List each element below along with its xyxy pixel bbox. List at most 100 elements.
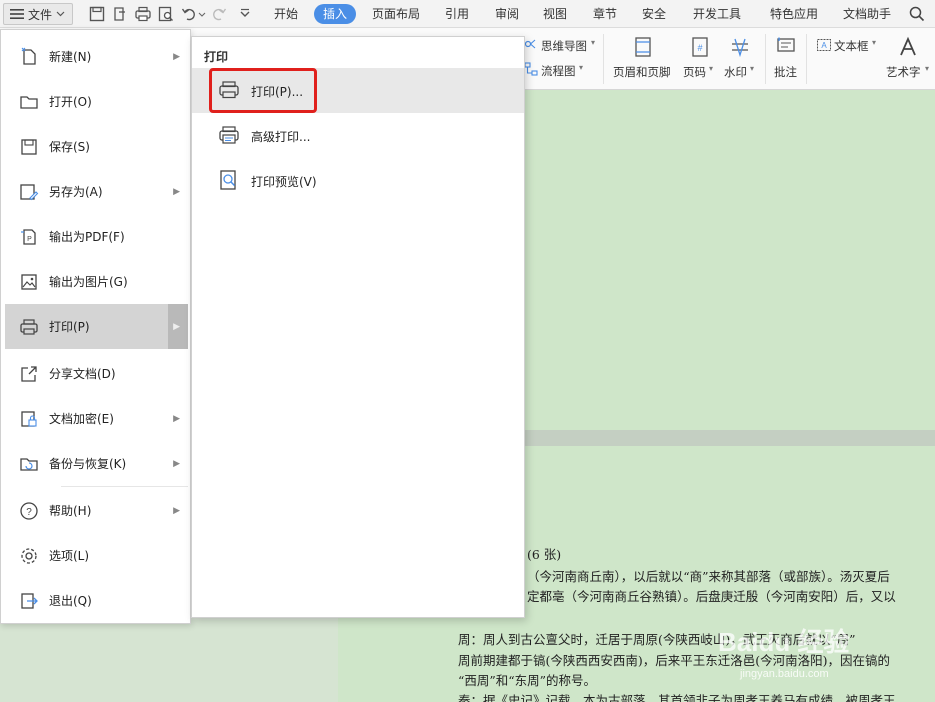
file-menu-button[interactable]: 文件 [3, 3, 73, 25]
menu-item-save[interactable]: 保存(S) [5, 124, 188, 169]
tab-chapter[interactable]: 章节 [593, 0, 617, 28]
flowchart-dropdown-icon[interactable]: ▾ [579, 63, 583, 72]
submenu-title: 打印 [204, 50, 229, 64]
tab-insert[interactable]: 插入 [314, 4, 357, 24]
tab-developer[interactable]: 开发工具 [693, 0, 741, 28]
ribbon-divider [765, 34, 766, 84]
file-menu-panel: 新建(N) ▶ 打开(O) 保存(S) 另存为(A) ▶ P 输出为PDF(F)… [0, 29, 191, 624]
menu-item-export-pdf[interactable]: P 输出为PDF(F) [5, 214, 188, 259]
lock-icon [21, 410, 37, 427]
mindmap-icon [524, 39, 536, 49]
watermark-icon [732, 38, 748, 58]
image-export-icon [21, 273, 37, 290]
submenu-arrow-icon: ▶ [173, 51, 180, 62]
submenu-item-label: 高级打印... [251, 130, 311, 144]
print-submenu-panel: 打印 打印(P)... 高级打印... 打印预览(V) [191, 36, 525, 618]
tab-page-layout[interactable]: 页面布局 [372, 0, 420, 28]
menu-item-share[interactable]: 分享文档(D) [5, 351, 188, 396]
menu-item-label: 输出为图片(G) [49, 275, 128, 289]
mindmap-button[interactable]: 思维导图 [541, 38, 587, 54]
page-number-icon: # [692, 37, 708, 57]
comment-icon [777, 37, 795, 52]
wordart-dropdown-icon[interactable]: ▾ [925, 64, 929, 73]
submenu-item-label: 打印预览(V) [251, 175, 317, 189]
menu-item-exit[interactable]: 退出(Q) [5, 578, 188, 623]
redo-icon[interactable] [210, 5, 228, 23]
watermark-dropdown-icon[interactable]: ▾ [750, 64, 754, 73]
menu-item-help[interactable]: ? 帮助(H) ▶ [5, 488, 188, 533]
textbox-dropdown-icon[interactable]: ▾ [872, 38, 876, 47]
menu-item-label: 文档加密(E) [49, 412, 114, 426]
menu-item-export-image[interactable]: 输出为图片(G) [5, 259, 188, 304]
menu-item-label: 备份与恢复(K) [49, 457, 127, 471]
pdf-export-icon: P [21, 228, 36, 245]
print-preview-icon [220, 170, 236, 190]
textbox-button[interactable]: 文本框 [834, 38, 869, 54]
textbox-icon: A [817, 39, 831, 51]
menu-item-label: 退出(Q) [49, 594, 92, 608]
save-icon[interactable] [88, 5, 106, 23]
ribbon-divider [603, 34, 604, 84]
menu-item-label: 分享文档(D) [49, 367, 116, 381]
watermark-button[interactable]: 水印 [724, 64, 747, 80]
submenu-arrow-icon: ▶ [173, 321, 180, 332]
header-footer-icon [635, 37, 651, 57]
svg-text:?: ? [26, 507, 32, 518]
menu-separator [61, 486, 188, 487]
menu-item-print[interactable]: 打印(P) ▶ [5, 304, 188, 349]
menu-item-new[interactable]: 新建(N) ▶ [5, 34, 188, 79]
save-as-icon [20, 183, 39, 200]
submenu-arrow-icon: ▶ [173, 186, 180, 197]
menu-item-label: 输出为PDF(F) [49, 230, 125, 244]
advanced-print-icon [219, 126, 239, 144]
gear-icon [21, 547, 37, 564]
doc-line: （今河南商丘南），以后就以“商”来称其部落（或部族）。汤灭夏后 [527, 569, 890, 584]
exit-icon [21, 592, 38, 609]
submenu-item-print-preview[interactable]: 打印预览(V) [192, 158, 524, 203]
chevron-down-icon [56, 11, 65, 17]
tab-review[interactable]: 审阅 [495, 0, 519, 28]
search-icon[interactable] [909, 6, 925, 22]
tab-special-apps[interactable]: 特色应用 [770, 0, 818, 28]
wordart-button[interactable]: 艺术字 [886, 64, 921, 80]
menu-item-backup[interactable]: 备份与恢复(K) ▶ [5, 441, 188, 486]
tab-home[interactable]: 开始 [274, 0, 298, 28]
submenu-arrow-icon: ▶ [173, 505, 180, 516]
new-file-icon [21, 47, 36, 65]
wordart-icon [900, 36, 916, 56]
tab-view[interactable]: 视图 [543, 0, 567, 28]
undo-dropdown-icon[interactable] [197, 5, 207, 23]
submenu-arrow-icon: ▶ [173, 458, 180, 469]
flowchart-button[interactable]: 流程图 [541, 63, 576, 79]
comment-button[interactable]: 批注 [774, 64, 797, 80]
tab-security[interactable]: 安全 [642, 0, 666, 28]
svg-text:P: P [27, 236, 32, 243]
undo-icon[interactable] [180, 5, 198, 23]
header-footer-button[interactable]: 页眉和页脚 [613, 64, 671, 80]
menu-item-label: 选项(L) [49, 549, 90, 563]
output-icon[interactable] [111, 5, 129, 23]
tab-references[interactable]: 引用 [445, 0, 469, 28]
mindmap-dropdown-icon[interactable]: ▾ [591, 38, 595, 47]
page-number-button[interactable]: 页码 [683, 64, 706, 80]
menu-item-label: 新建(N) [49, 50, 92, 64]
tab-doc-assistant[interactable]: 文档助手 [843, 0, 891, 28]
menu-item-encrypt[interactable]: 文档加密(E) ▶ [5, 396, 188, 441]
annotation-highlight [209, 68, 317, 113]
backup-icon [20, 457, 38, 471]
customize-toolbar-icon[interactable] [236, 5, 254, 23]
submenu-item-advanced-print[interactable]: 高级打印... [192, 113, 524, 158]
doc-line: 秦：据《史记》记载，本为古部落，其首领非子为周孝王养马有成绩，被周孝王 [458, 693, 896, 702]
menu-item-open[interactable]: 打开(O) [5, 79, 188, 124]
menu-item-options[interactable]: 选项(L) [5, 533, 188, 578]
svg-text:#: # [697, 43, 702, 53]
print-preview-icon[interactable] [157, 5, 175, 23]
flowchart-icon [524, 62, 538, 76]
hamburger-icon [10, 9, 24, 19]
folder-open-icon [20, 95, 38, 109]
menu-item-label: 打印(P) [49, 320, 90, 334]
page-number-dropdown-icon[interactable]: ▾ [709, 64, 713, 73]
print-icon[interactable] [134, 5, 152, 23]
menu-item-save-as[interactable]: 另存为(A) ▶ [5, 169, 188, 214]
ribbon-divider [806, 34, 807, 84]
